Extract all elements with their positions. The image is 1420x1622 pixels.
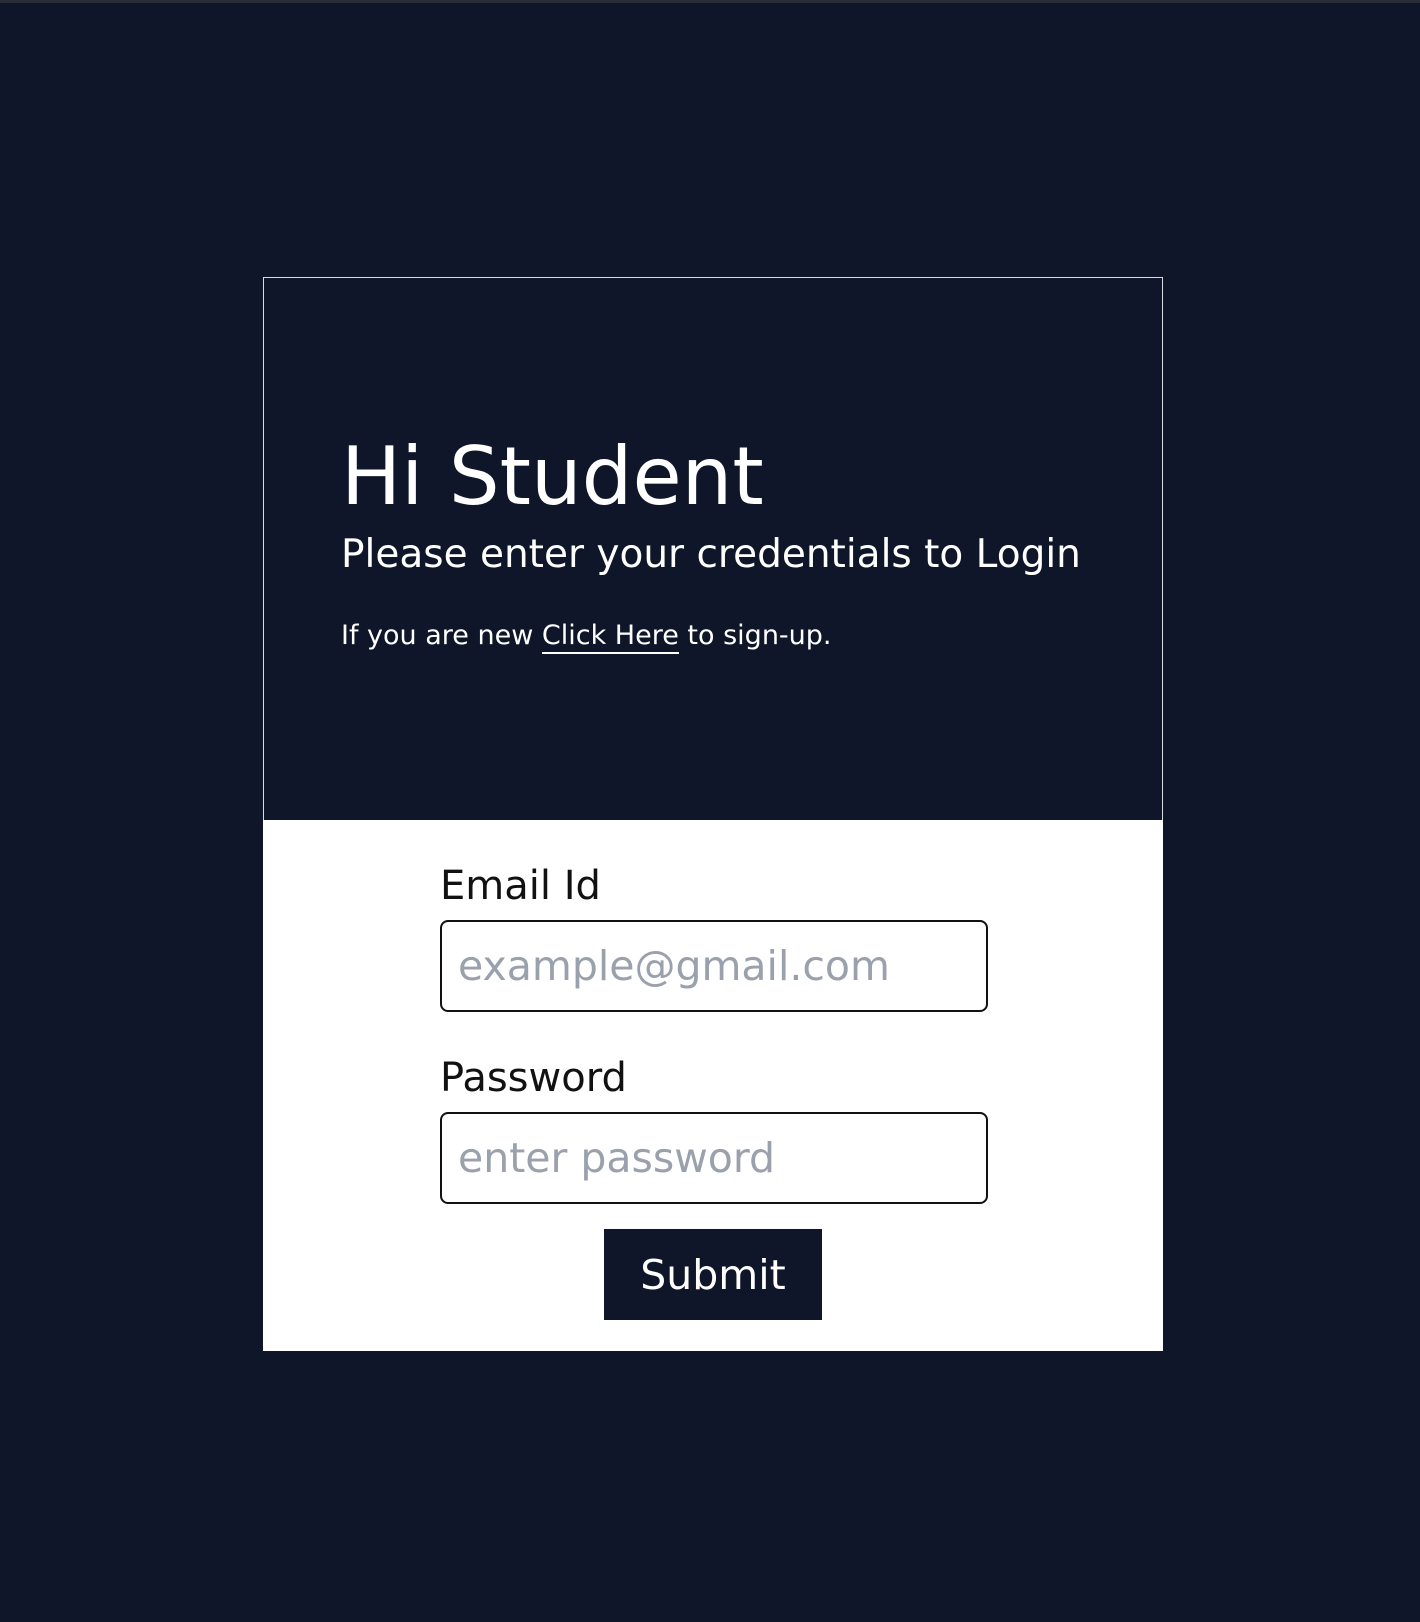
page-subtitle: Please enter your credentials to Login: [341, 532, 1081, 577]
email-label: Email Id: [440, 863, 601, 909]
signup-suffix-text: to sign-up.: [678, 620, 832, 651]
window-top-border: [0, 0, 1420, 3]
page-title: Hi Student: [341, 430, 764, 523]
signup-prefix-text: If you are new: [341, 620, 542, 651]
email-input[interactable]: [440, 920, 988, 1012]
signup-link[interactable]: Click Here: [541, 620, 679, 654]
signup-prompt: If you are new Click Here to sign-up.: [341, 619, 1162, 654]
password-label: Password: [440, 1055, 627, 1101]
field-spacer: [440, 1012, 1163, 1052]
password-input[interactable]: [440, 1112, 988, 1204]
login-card: Hi Student Please enter your credentials…: [263, 277, 1163, 1351]
submit-button[interactable]: Submit: [604, 1229, 822, 1320]
welcome-panel: Hi Student Please enter your credentials…: [263, 277, 1163, 820]
login-form: Email Id Password Submit: [263, 820, 1163, 1351]
